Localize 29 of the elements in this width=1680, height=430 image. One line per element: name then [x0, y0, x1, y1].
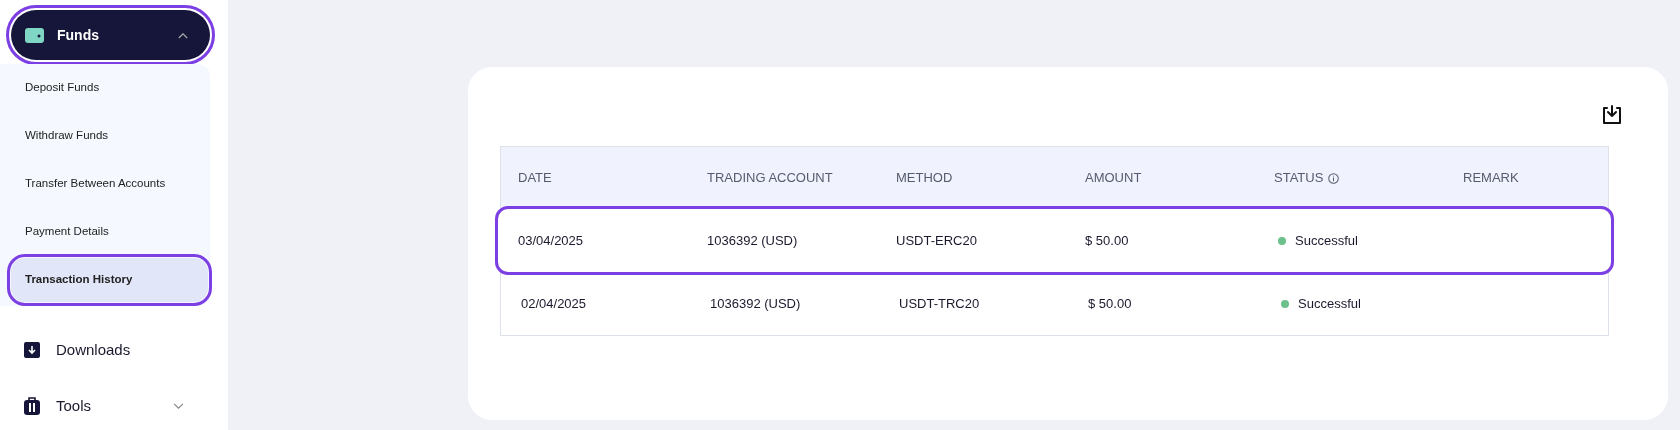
table-cell-text: $ 50.00	[1088, 295, 1133, 314]
table-cell-text: USDT-ERC20	[896, 231, 978, 250]
status-text: Successful	[1295, 231, 1358, 250]
submenu-item[interactable]: Payment Details	[11, 210, 208, 254]
table-cell-text: $ 50.00	[1085, 231, 1130, 250]
sidebar-item[interactable]: Downloads	[0, 322, 228, 378]
table-cell-text: 03/04/2025	[518, 231, 585, 250]
table-cell-text: USDT-TRC20	[899, 295, 981, 314]
download-icon[interactable]	[1600, 103, 1624, 127]
info-icon[interactable]	[1328, 172, 1340, 184]
chevron-icon	[178, 31, 188, 39]
download-icon	[24, 342, 40, 358]
chevron-icon	[173, 402, 184, 410]
table-cell-text: 1036392 (USD)	[710, 295, 802, 314]
column-header: DATE	[518, 169, 553, 188]
table-cell-text: 02/04/2025	[521, 295, 588, 314]
column-header: STATUS	[1274, 169, 1324, 188]
sidebar-item[interactable]: Tools	[0, 378, 228, 430]
column-header: TRADING ACCOUNT	[707, 169, 834, 188]
submenu-item[interactable]: Deposit Funds	[11, 66, 208, 110]
status-text: Successful	[1298, 295, 1361, 314]
column-header: AMOUNT	[1085, 169, 1143, 188]
column-header: METHOD	[896, 169, 954, 188]
wallet-icon	[25, 26, 45, 44]
table-cell-text: 1036392 (USD)	[707, 231, 799, 250]
toolbox-icon	[24, 397, 40, 415]
column-header: REMARK	[1463, 169, 1520, 188]
submenu-item[interactable]: Withdraw Funds	[11, 114, 208, 158]
submenu-item[interactable]: Transfer Between Accounts	[11, 162, 208, 206]
